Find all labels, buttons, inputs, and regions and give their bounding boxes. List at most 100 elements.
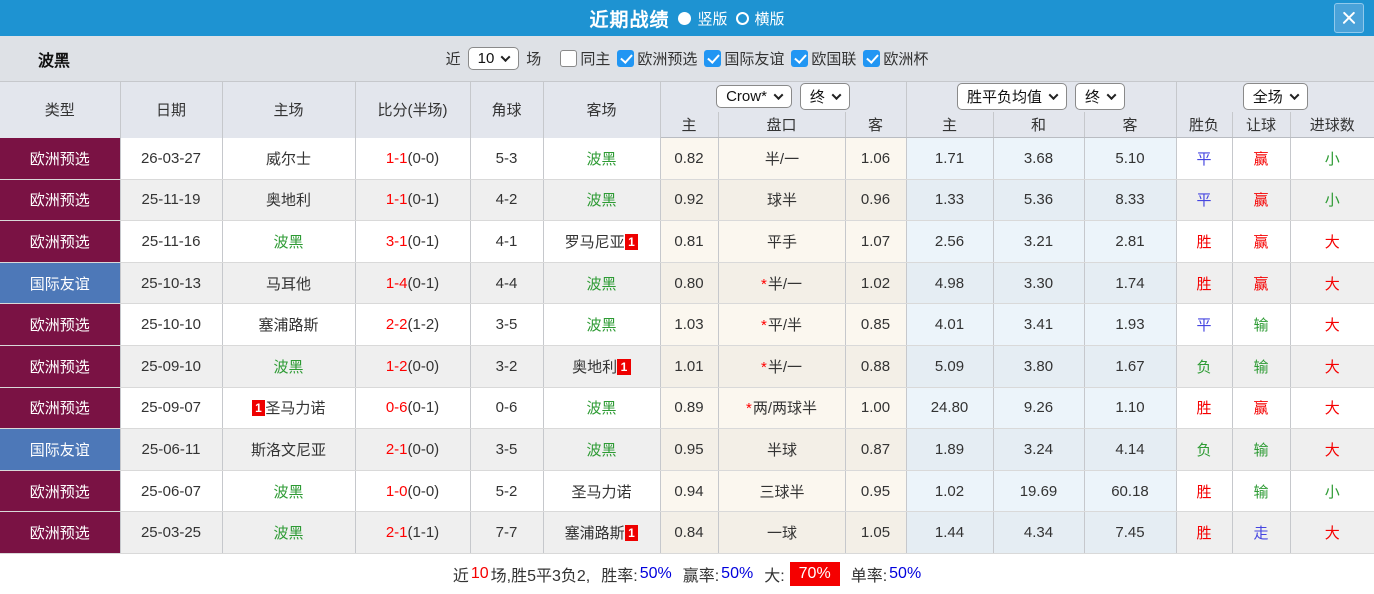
handicap-cell: *两/两球半 [718,387,846,430]
odds-time-select[interactable]: 终 [799,83,850,111]
home-team-cell: 马耳他 [222,262,356,305]
avg-time-select[interactable]: 终 [1075,83,1126,111]
halftime-score: (1-2) [407,316,440,334]
home-odds-cell: 1.01 [660,345,719,388]
result-wdl-cell: 负 [1176,428,1233,471]
table-row: 欧洲预选 25-11-16 波黑 3-1(0-1) 4-1 罗马尼亚 1 0.81… [0,220,1374,263]
avg-away-cell: 1.67 [1084,345,1177,388]
handicap-cell: 球半 [718,179,846,222]
match-date-cell: 25-09-07 [120,387,223,430]
radio-vertical[interactable]: 竖版 [678,8,728,29]
chevron-down-icon [1106,90,1117,101]
close-button[interactable] [1334,3,1364,33]
single-rate-label: 单率: [850,567,888,585]
red-card-badge: 1 [624,525,639,542]
scope-select[interactable]: 全场 [1242,83,1308,111]
away-team-name: 圣马力诺 [571,483,632,501]
result-wdl-cell: 胜 [1176,387,1233,430]
avg-away-cell: 7.45 [1084,511,1177,554]
home-team-name: 波黑 [273,358,304,376]
result-goals: 大 [1324,233,1340,251]
avg-draw-cell: 3.24 [993,428,1085,471]
away-odds-cell: 0.87 [845,428,907,471]
match-type-cell: 国际友谊 [0,262,121,305]
bookmaker-select-value: Crow* [726,88,767,106]
radio-horizontal[interactable]: 横版 [735,8,785,29]
recent-count-select[interactable]: 10 [467,47,520,70]
match-date-cell: 25-10-10 [120,303,223,346]
corner-cell: 4-4 [470,262,544,305]
result-goals-cell: 大 [1290,220,1374,263]
home-team-cell: 波黑 [222,345,356,388]
handicap-changed-marker: * [760,358,767,376]
result-goals: 小 [1324,192,1340,210]
away-odds-cell: 0.88 [845,345,907,388]
league-checkbox-nations[interactable] [791,50,809,67]
subheader-odds-home: 主 [660,111,719,138]
summary-record: 场,胜5平3负2, [490,567,591,585]
home-team-cell: 威尔士 [222,137,356,180]
recent-label: 近 [445,51,461,68]
away-odds-cell: 1.00 [845,387,907,430]
away-team-name: 波黑 [586,400,617,418]
filter-bar: 波黑 近 10 场 同主 欧洲预选 国际友谊 欧国联 欧洲杯 [0,36,1374,81]
avg-home-cell: 2.56 [906,220,994,263]
avg-draw-cell: 5.36 [993,179,1085,222]
avg-home-cell: 1.33 [906,179,994,222]
score-cell: 1-0(0-0) [355,470,471,513]
header-score: 比分(半场) [355,81,471,138]
result-wdl-cell: 平 [1176,137,1233,180]
header-date: 日期 [120,81,223,138]
result-goals: 大 [1324,275,1340,293]
home-team-name: 奥地利 [265,192,311,210]
handicap-line: 平/半 [767,317,802,335]
halftime-score: (0-1) [407,232,440,250]
halftime-score: (0-0) [407,440,440,458]
result-goals-cell: 大 [1290,428,1374,471]
score-cell: 1-1(0-1) [355,179,471,222]
away-team-name: 波黑 [586,192,617,210]
result-goals: 大 [1324,400,1340,418]
league-checkbox-qualifier[interactable] [617,50,635,67]
league-checkbox-friendly[interactable] [704,50,722,67]
halftime-score: (0-0) [407,357,440,375]
fulltime-score: 1-1 [385,149,408,167]
home-team-name: 斯洛文尼亚 [250,441,326,459]
away-odds-cell: 0.85 [845,303,907,346]
handicap-line: 半/一 [767,275,802,293]
summary-footer: 近 10 场,胜5平3负2, 胜率: 50% 赢率: 50% 大: 70% 单率: 50% [0,553,1374,594]
fulltime-score: 1-4 [385,274,408,292]
result-goals-cell: 小 [1290,179,1374,222]
result-handicap-cell: 赢 [1232,137,1291,180]
bookmaker-select[interactable]: Crow* [716,85,792,109]
avg-draw-cell: 3.21 [993,220,1085,263]
corner-cell: 0-6 [470,387,544,430]
avg-type-select[interactable]: 胜平负均值 [956,83,1067,111]
match-date-cell: 25-06-07 [120,470,223,513]
score-cell: 1-2(0-0) [355,345,471,388]
table-row: 欧洲预选 25-09-10 波黑 1-2(0-0) 3-2 奥地利 1 1.01 … [0,345,1374,388]
home-team-name: 圣马力诺 [265,400,326,418]
match-type-cell: 欧洲预选 [0,470,121,513]
score-cell: 2-2(1-2) [355,303,471,346]
table-row: 国际友谊 25-06-11 斯洛文尼亚 2-1(0-0) 3-5 波黑 0.95… [0,428,1374,471]
league-checkbox-euro[interactable] [863,50,881,67]
radio-horizontal-label: 横版 [754,10,785,28]
result-handicap: 赢 [1253,400,1269,418]
avg-home-cell: 5.09 [906,345,994,388]
result-goals-cell: 大 [1290,511,1374,554]
halftime-score: (0-1) [407,191,440,209]
match-type-cell: 欧洲预选 [0,345,121,388]
chevron-down-icon [1289,90,1300,101]
result-wdl-cell: 平 [1176,303,1233,346]
score-cell: 1-4(0-1) [355,262,471,305]
result-handicap-cell: 输 [1232,428,1291,471]
home-odds-cell: 0.94 [660,470,719,513]
result-wdl: 胜 [1196,400,1212,418]
result-goals-cell: 大 [1290,262,1374,305]
result-goals: 大 [1324,317,1340,335]
away-team-cell: 塞浦路斯 1 [543,511,661,554]
match-date-cell: 26-03-27 [120,137,223,180]
big-rate-label: 大: [764,567,785,585]
same-home-checkbox[interactable] [560,50,578,67]
